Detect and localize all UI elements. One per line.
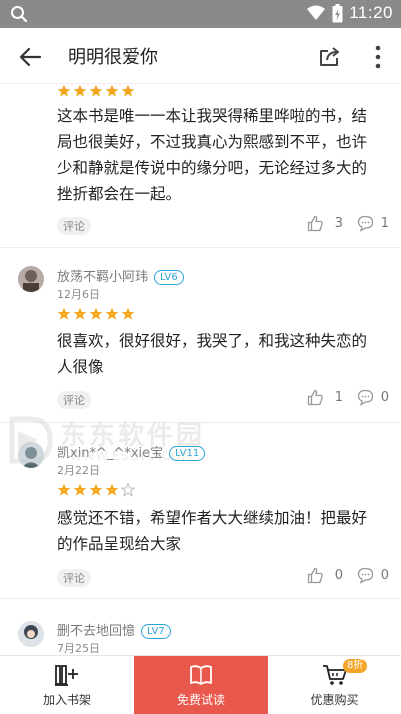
star-icon	[73, 483, 87, 496]
app-bar: 明明很爱你	[0, 28, 401, 84]
review-item: 放荡不羁小阿玮 LV6 12月6日 很喜欢，很好很好，我哭了，和我这种失恋的人很像…	[0, 248, 401, 422]
star-icon	[57, 85, 71, 97]
like-count: 1	[334, 390, 343, 405]
share-icon[interactable]	[317, 44, 343, 70]
comment-button[interactable]: 0	[357, 389, 389, 406]
review-tag[interactable]: 评论	[57, 391, 91, 409]
review-tag[interactable]: 评论	[57, 569, 91, 587]
comment-count: 1	[380, 216, 389, 231]
rating-stars	[57, 85, 135, 98]
comment-bubble-icon	[357, 215, 373, 232]
review-item: 删不去地回憶 LV7 7月25日	[0, 599, 401, 655]
free-trial-label: 免费试读	[176, 693, 225, 707]
discount-buy-label: 优惠购买	[310, 693, 359, 707]
comment-bubble-icon	[357, 389, 373, 406]
star-icon	[57, 483, 71, 496]
star-icon	[89, 483, 103, 496]
review-date: 7月25日	[57, 642, 100, 655]
level-badge: LV7	[141, 624, 171, 639]
level-badge: LV6	[154, 270, 184, 285]
like-button[interactable]: 0	[307, 567, 343, 584]
like-count: 3	[334, 216, 343, 231]
like-button[interactable]: 1	[307, 389, 343, 406]
level-badge: LV11	[169, 446, 206, 461]
review-list[interactable]: 这本书是唯一一本让我哭得稀里哗啦的书，结局也很美好，不过我真心为熙感到不平，也许…	[0, 85, 401, 655]
comment-button[interactable]: 0	[357, 567, 389, 584]
free-trial-button[interactable]: 免费试读	[134, 656, 268, 714]
review-text: 很喜欢，很好很好，我哭了，和我这种失恋的人很像	[57, 332, 368, 376]
add-to-shelf-button[interactable]: 加入书架	[0, 656, 134, 714]
review-tag[interactable]: 评论	[57, 217, 91, 235]
star-icon	[121, 85, 135, 97]
wifi-icon	[307, 5, 326, 20]
more-options-icon[interactable]	[373, 44, 383, 70]
star-icon	[121, 307, 135, 320]
like-button[interactable]: 3	[307, 215, 343, 232]
comment-button[interactable]: 1	[357, 215, 389, 232]
comment-bubble-icon	[357, 567, 373, 584]
battery-icon	[332, 3, 343, 22]
star-icon	[105, 483, 119, 496]
avatar[interactable]	[18, 266, 44, 292]
thumbs-up-icon	[307, 215, 323, 232]
rating-stars	[57, 307, 135, 321]
status-time: 11:20	[349, 3, 393, 22]
discount-buy-button[interactable]: 8折 优惠购买	[268, 656, 401, 714]
add-to-shelf-icon	[55, 665, 78, 686]
user-name[interactable]: 凯xin*^_^*xie宝 LV11	[57, 442, 206, 461]
user-name[interactable]: 删不去地回憶 LV7	[57, 620, 171, 639]
back-arrow-icon[interactable]	[16, 42, 46, 72]
star-icon	[57, 307, 71, 320]
bottom-action-bar: 加入书架 免费试读 8折 优惠购买	[0, 655, 401, 714]
page-title: 明明很爱你	[68, 47, 158, 68]
add-to-shelf-label: 加入书架	[42, 693, 91, 707]
star-empty-icon	[121, 483, 135, 497]
thumbs-up-icon	[307, 389, 323, 406]
review-item: 凯xin*^_^*xie宝 LV11 2月22日 感觉还不错，希望作者大大继续加油…	[0, 423, 401, 598]
thumbs-up-icon	[307, 567, 323, 584]
comment-count: 0	[380, 568, 389, 583]
status-bar: 11:20	[0, 0, 401, 28]
star-icon	[105, 85, 119, 97]
star-icon	[73, 307, 87, 320]
user-name[interactable]: 放荡不羁小阿玮 LV6	[57, 266, 184, 285]
open-book-icon	[190, 665, 212, 685]
review-text: 感觉还不错，希望作者大大继续加油！把最好的作品呈现给大家	[57, 509, 368, 553]
rating-stars	[57, 483, 135, 497]
star-icon	[105, 307, 119, 320]
star-icon	[89, 307, 103, 320]
star-icon	[73, 85, 87, 97]
avatar[interactable]	[18, 442, 44, 468]
review-date: 2月22日	[57, 464, 100, 477]
avatar[interactable]	[18, 621, 44, 647]
review-item: 这本书是唯一一本让我哭得稀里哗啦的书，结局也很美好，不过我真心为熙感到不平，也许…	[0, 85, 401, 247]
review-text: 这本书是唯一一本让我哭得稀里哗啦的书，结局也很美好，不过我真心为熙感到不平，也许…	[57, 107, 368, 203]
star-icon	[89, 85, 103, 97]
comment-count: 0	[380, 390, 389, 405]
search-icon	[11, 6, 28, 23]
like-count: 0	[334, 568, 343, 583]
review-date: 12月6日	[57, 288, 100, 301]
discount-badge: 8折	[343, 659, 368, 673]
